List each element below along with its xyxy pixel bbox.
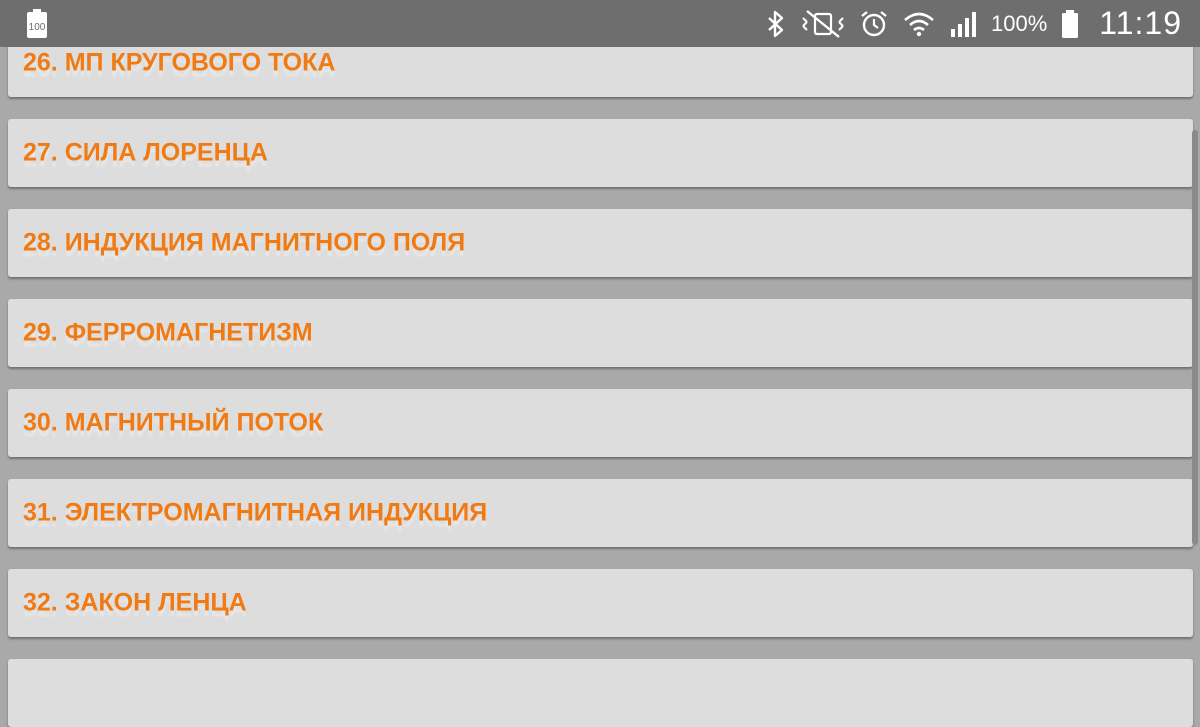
topic-list: 26. МП КРУГОВОГО ТОКА 27. СИЛА ЛОРЕНЦА 2… [0,0,1200,727]
list-item[interactable]: 28. ИНДУКЦИЯ МАГНИТНОГО ПОЛЯ [8,209,1193,277]
notification-badge-text: 100 [29,22,46,33]
list-item[interactable]: 31. ЭЛЕКТРОМАГНИТНАЯ ИНДУКЦИЯ [8,479,1193,547]
bluetooth-icon [768,10,784,37]
list-item[interactable]: 27. СИЛА ЛОРЕНЦА [8,119,1193,187]
battery-percentage: 100% [991,10,1048,36]
status-bar: 100 100% 11:19 [0,0,1200,47]
vibrate-mute-icon [802,9,844,38]
list-item-label: 27. СИЛА ЛОРЕНЦА [23,138,268,167]
status-clock: 11:19 [1099,5,1182,41]
signal-icon [951,11,977,37]
list-item-label: 28. ИНДУКЦИЯ МАГНИТНОГО ПОЛЯ [23,228,466,257]
list-item-label: 31. ЭЛЕКТРОМАГНИТНАЯ ИНДУКЦИЯ [23,498,488,527]
list-item-label: 30. МАГНИТНЫЙ ПОТОК [23,408,324,437]
list-item[interactable]: 32. ЗАКОН ЛЕНЦА [8,569,1193,637]
battery-icon [1062,9,1079,38]
status-icons: 100% 11:19 [765,0,1182,47]
wifi-icon [904,12,934,36]
list-item[interactable]: 30. МАГНИТНЫЙ ПОТОК [8,389,1193,457]
list-item-label: 32. ЗАКОН ЛЕНЦА [23,588,247,617]
list-item[interactable] [8,659,1193,727]
battery-notification-icon: 100 [27,9,47,38]
list-item-label: 29. ФЕРРОМАГНЕТИЗМ [23,318,313,347]
list-item-label: 26. МП КРУГОВОГО ТОКА [23,48,336,77]
alarm-icon [861,10,887,36]
list-item[interactable]: 29. ФЕРРОМАГНЕТИЗМ [8,299,1193,367]
scrollbar[interactable] [1192,130,1198,545]
